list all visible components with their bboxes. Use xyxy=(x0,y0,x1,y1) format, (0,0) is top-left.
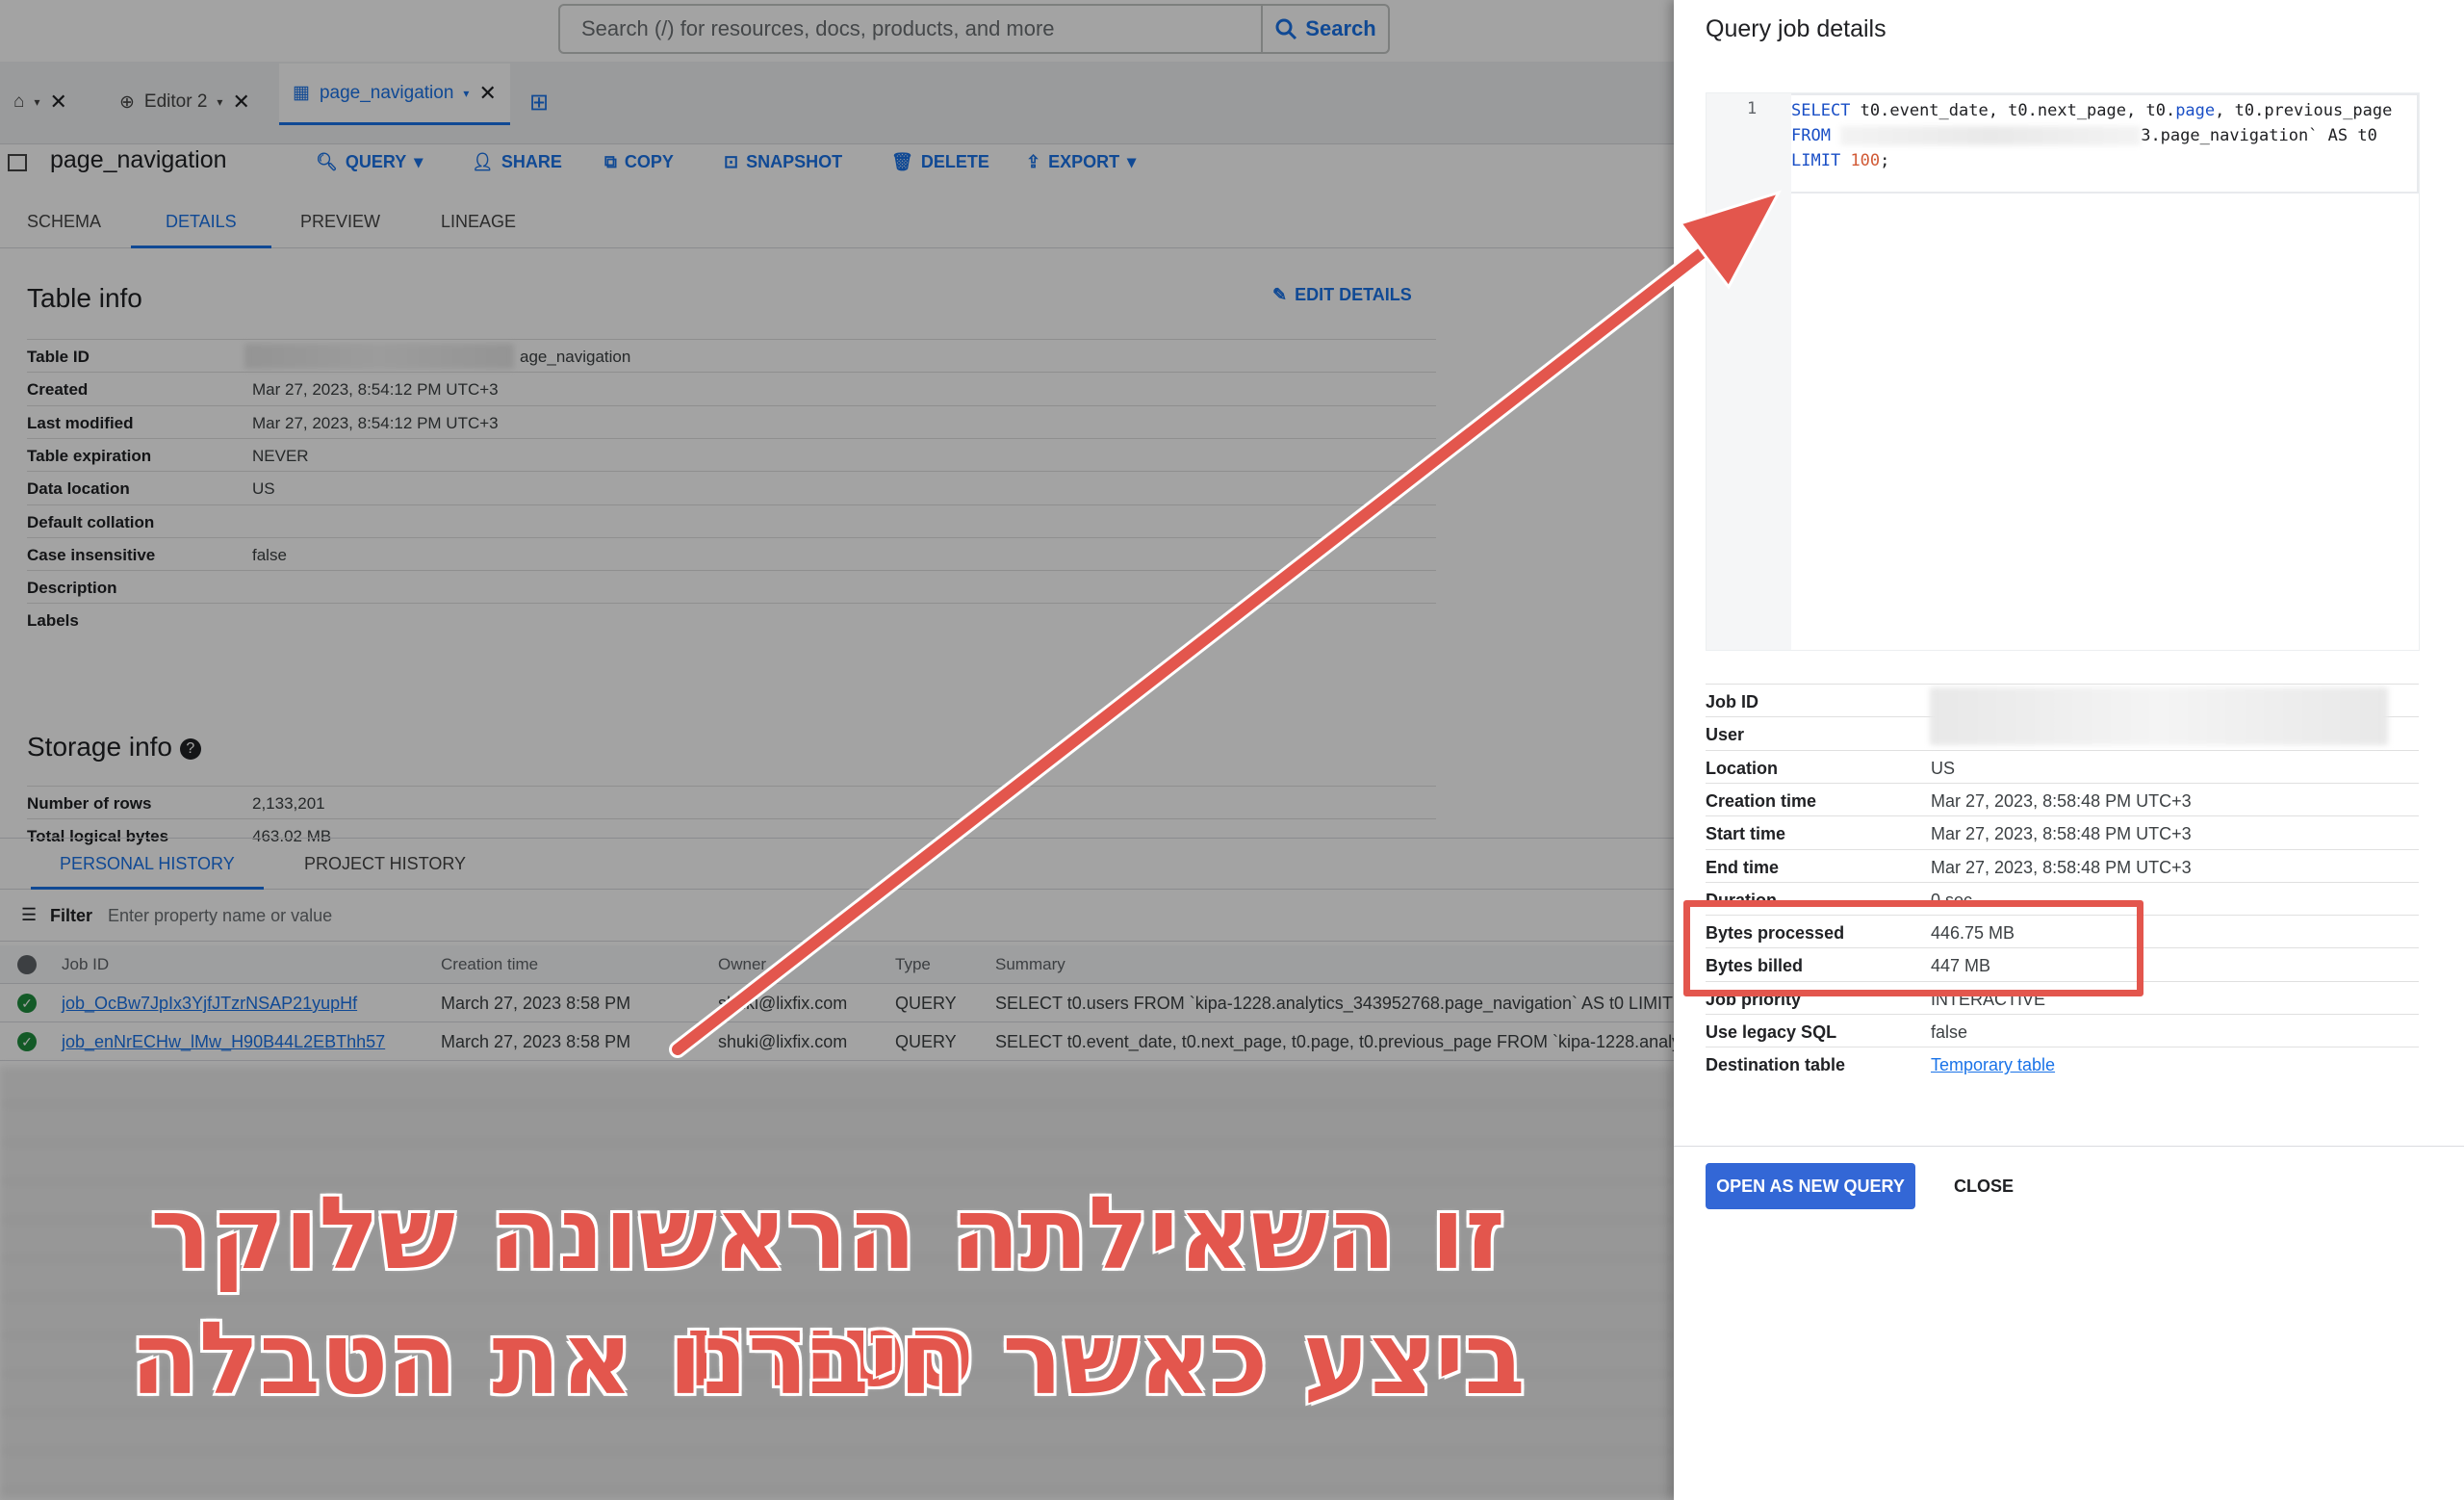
sql-code-viewer[interactable]: 1 SELECT t0.event_date, t0.next_page, t0… xyxy=(1706,92,2420,651)
redacted-project xyxy=(1840,126,2142,145)
detail-row: Start time Mar 27, 2023, 8:58:48 PM UTC+3 xyxy=(1706,815,2419,848)
open-as-new-query-button[interactable]: OPEN AS NEW QUERY xyxy=(1706,1163,1915,1209)
temporary-table-link[interactable]: Temporary table xyxy=(1931,1055,2055,1075)
detail-row: Creation time Mar 27, 2023, 8:58:48 PM UT… xyxy=(1706,782,2419,815)
bigquery-console: Search (/) for resources, docs, products… xyxy=(0,0,1674,1500)
close-button[interactable]: CLOSE xyxy=(1936,1163,2032,1209)
detail-row: Location US xyxy=(1706,749,2419,783)
detail-key: User xyxy=(1706,725,1745,745)
panel-title: Query job details xyxy=(1706,15,1886,42)
caption-line-2: ביצע כאשר חיברנו את הטבלה xyxy=(129,1299,1527,1419)
code-line-2: FROM 3.page_navigation` AS t0 xyxy=(1791,126,2377,145)
detail-value: US xyxy=(1931,758,1956,778)
bytes-highlight-box xyxy=(1683,900,2143,996)
code-text: 3.page_navigation` AS t0 xyxy=(2141,126,2377,145)
sql-lines: SELECT t0.event_date, t0.next_page, t0.p… xyxy=(1791,93,2419,194)
query-job-details-panel: Query job details 1 SELECT t0.event_date… xyxy=(1674,0,2464,1500)
line-number: 1 xyxy=(1747,99,1758,118)
kw-from: FROM xyxy=(1791,126,1831,145)
panel-divider xyxy=(1674,1146,2464,1147)
kw-select: SELECT xyxy=(1791,101,1851,120)
detail-value: false xyxy=(1931,1022,1968,1042)
detail-key: Job ID xyxy=(1706,692,1759,711)
kw-limit: LIMIT xyxy=(1791,151,1841,170)
detail-key: Start time xyxy=(1706,824,1786,844)
detail-value: Mar 27, 2023, 8:58:48 PM UTC+3 xyxy=(1931,824,2192,844)
line-gutter: 1 xyxy=(1707,93,1791,650)
code-line-3: LIMIT 100; xyxy=(1791,151,1889,170)
limit-value: 100 xyxy=(1850,151,1881,170)
detail-row: Destination table Temporary table xyxy=(1706,1047,2419,1079)
detail-value: Mar 27, 2023, 8:58:48 PM UTC+3 xyxy=(1931,857,2192,877)
code-text: t0.event_date, t0.next_page, t0. xyxy=(1850,101,2176,120)
detail-row: End time Mar 27, 2023, 8:58:48 PM UTC+3 xyxy=(1706,848,2419,882)
detail-key: Use legacy SQL xyxy=(1706,1022,1837,1042)
detail-key: End time xyxy=(1706,857,1780,877)
detail-value: Mar 27, 2023, 8:58:48 PM UTC+3 xyxy=(1931,790,2192,811)
detail-row: Use legacy SQL false xyxy=(1706,1014,2419,1047)
detail-key: Creation time xyxy=(1706,790,1817,811)
code-text: , t0.previous_page xyxy=(2215,101,2393,120)
kw-page: page xyxy=(2175,101,2216,120)
detail-key: Location xyxy=(1706,758,1778,778)
redacted-job-id-user xyxy=(1930,687,2388,745)
code-line-1: SELECT t0.event_date, t0.next_page, t0.p… xyxy=(1791,101,2392,120)
detail-key: Destination table xyxy=(1706,1055,1846,1075)
code-text: ; xyxy=(1880,151,1890,170)
